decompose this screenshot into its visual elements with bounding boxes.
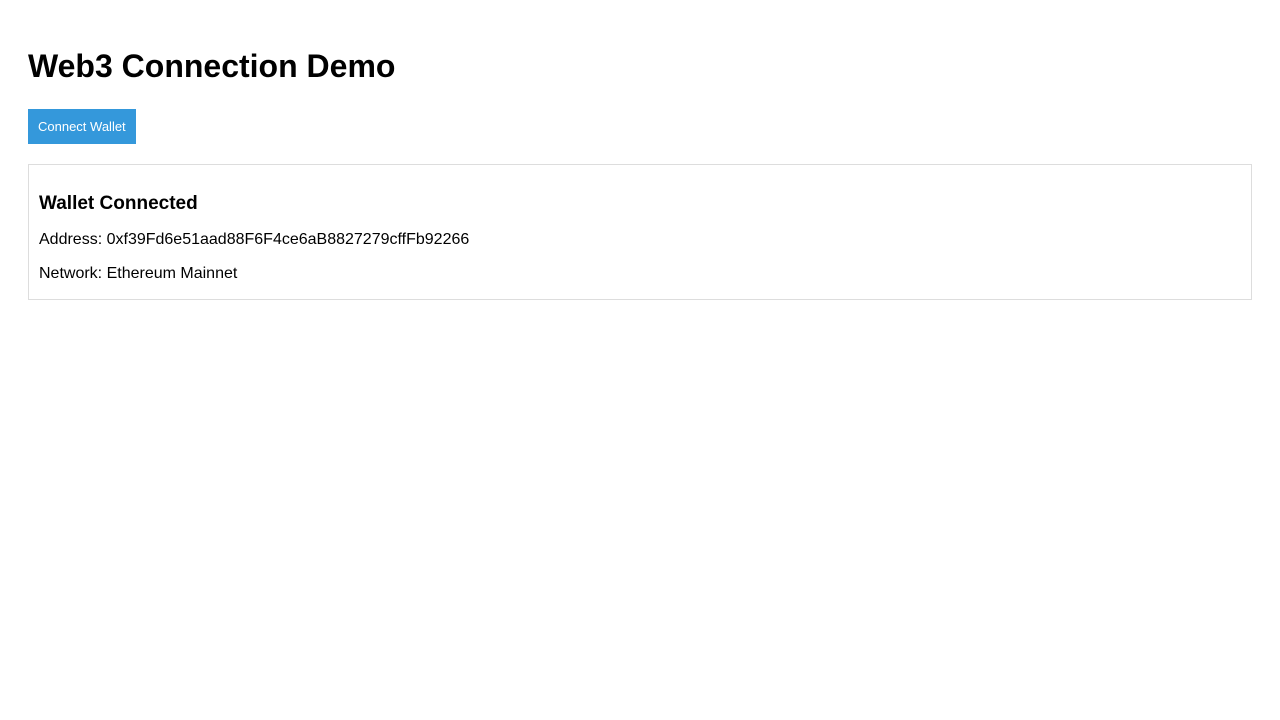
- wallet-status-panel: Wallet Connected Address: 0xf39Fd6e51aad…: [28, 164, 1252, 300]
- wallet-network-label: Network:: [39, 265, 103, 282]
- page-container: Web3 Connection Demo Connect Wallet Wall…: [0, 0, 1280, 300]
- wallet-address-label: Address:: [39, 231, 103, 248]
- wallet-address-value: 0xf39Fd6e51aad88F6F4ce6aB8827279cffFb922…: [106, 231, 470, 248]
- wallet-network-value: Ethereum Mainnet: [106, 265, 238, 282]
- wallet-network-line: Network: Ethereum Mainnet: [39, 265, 1241, 283]
- wallet-address-line: Address: 0xf39Fd6e51aad88F6F4ce6aB882727…: [39, 231, 1241, 249]
- page-title: Web3 Connection Demo: [28, 48, 396, 84]
- connect-wallet-button[interactable]: Connect Wallet: [28, 109, 136, 144]
- wallet-status-heading: Wallet Connected: [39, 193, 198, 214]
